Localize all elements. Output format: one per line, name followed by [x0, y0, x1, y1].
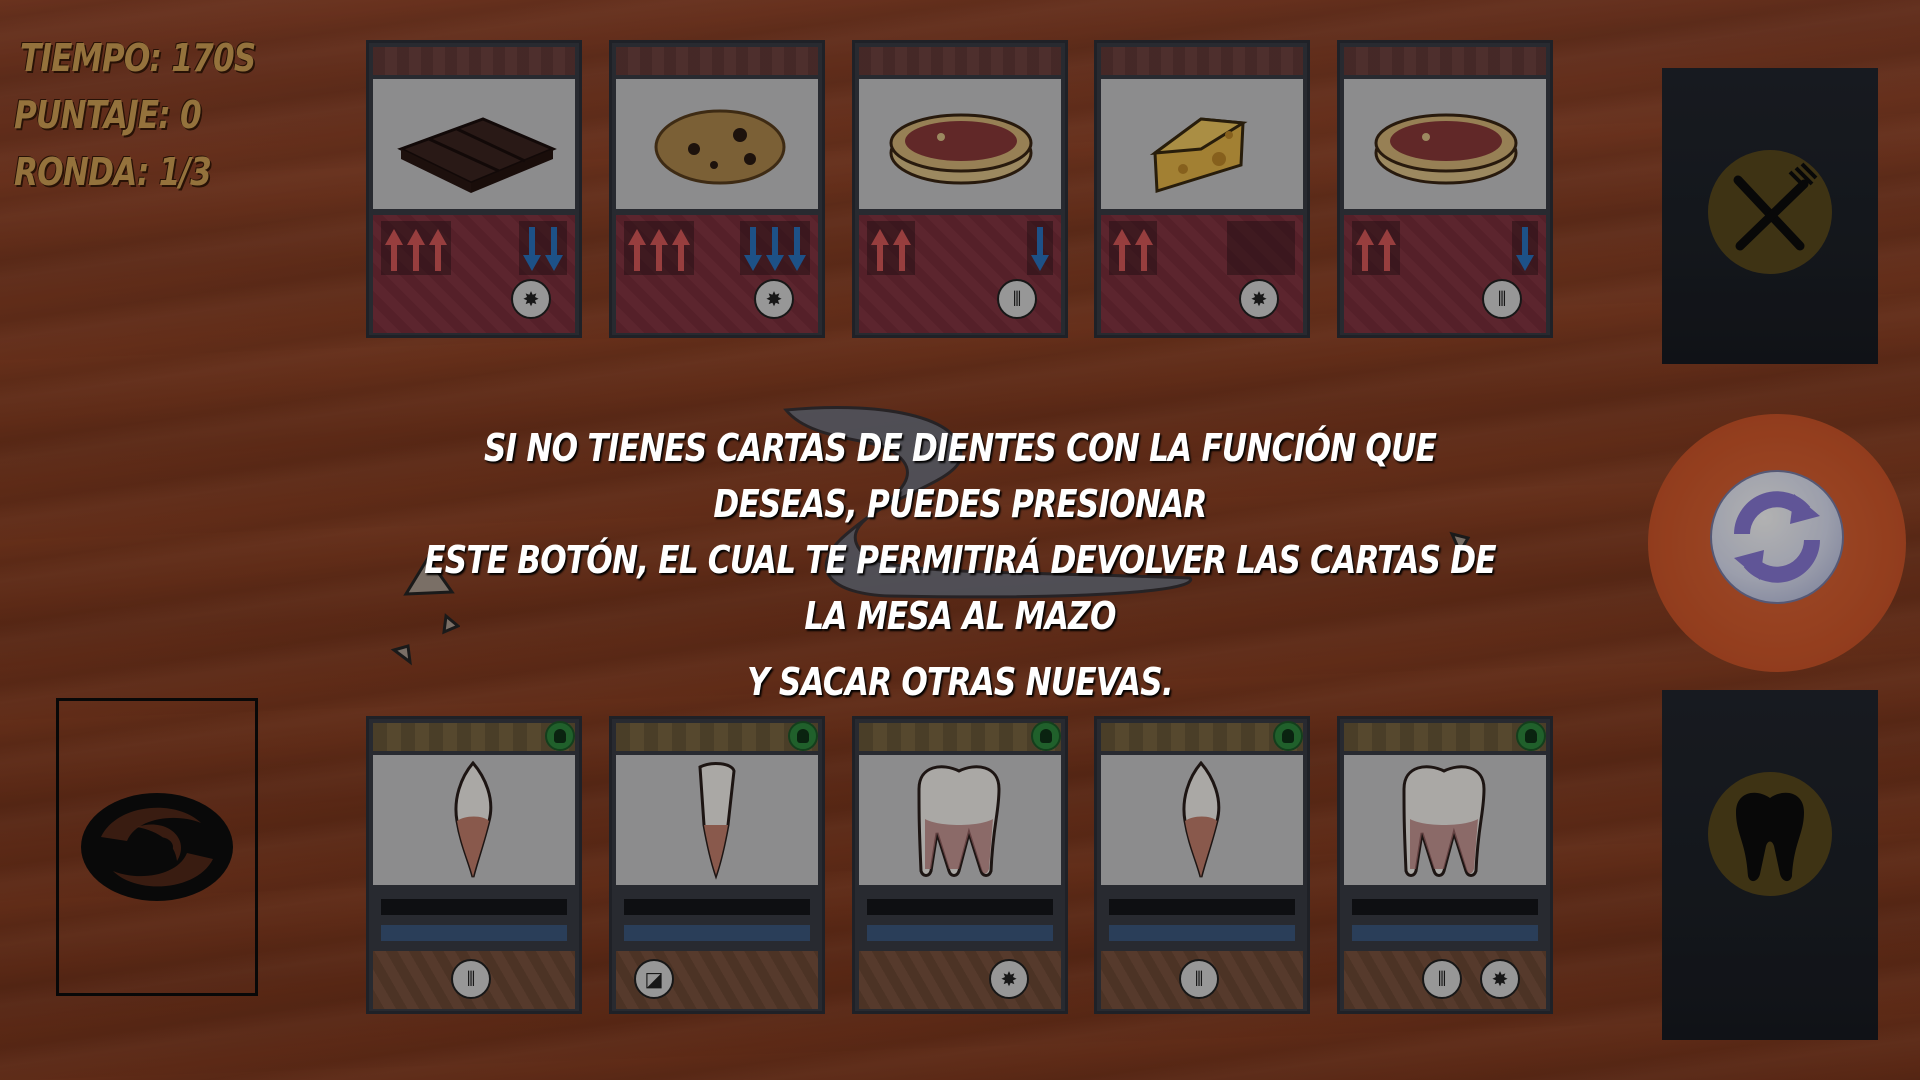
tutorial-line-1: SI NO TIENES CARTAS DE DIENTES CON LA FU… — [483, 426, 1437, 526]
tutorial-message: SI NO TIENES CARTAS DE DIENTES CON LA FU… — [300, 420, 1620, 710]
tutorial-line-2: ESTE BOTÓN, EL CUAL TE PERMITIRÁ DEVOLVE… — [424, 538, 1496, 638]
tutorial-line-3: Y SACAR OTRAS NUEVAS. — [747, 660, 1174, 704]
